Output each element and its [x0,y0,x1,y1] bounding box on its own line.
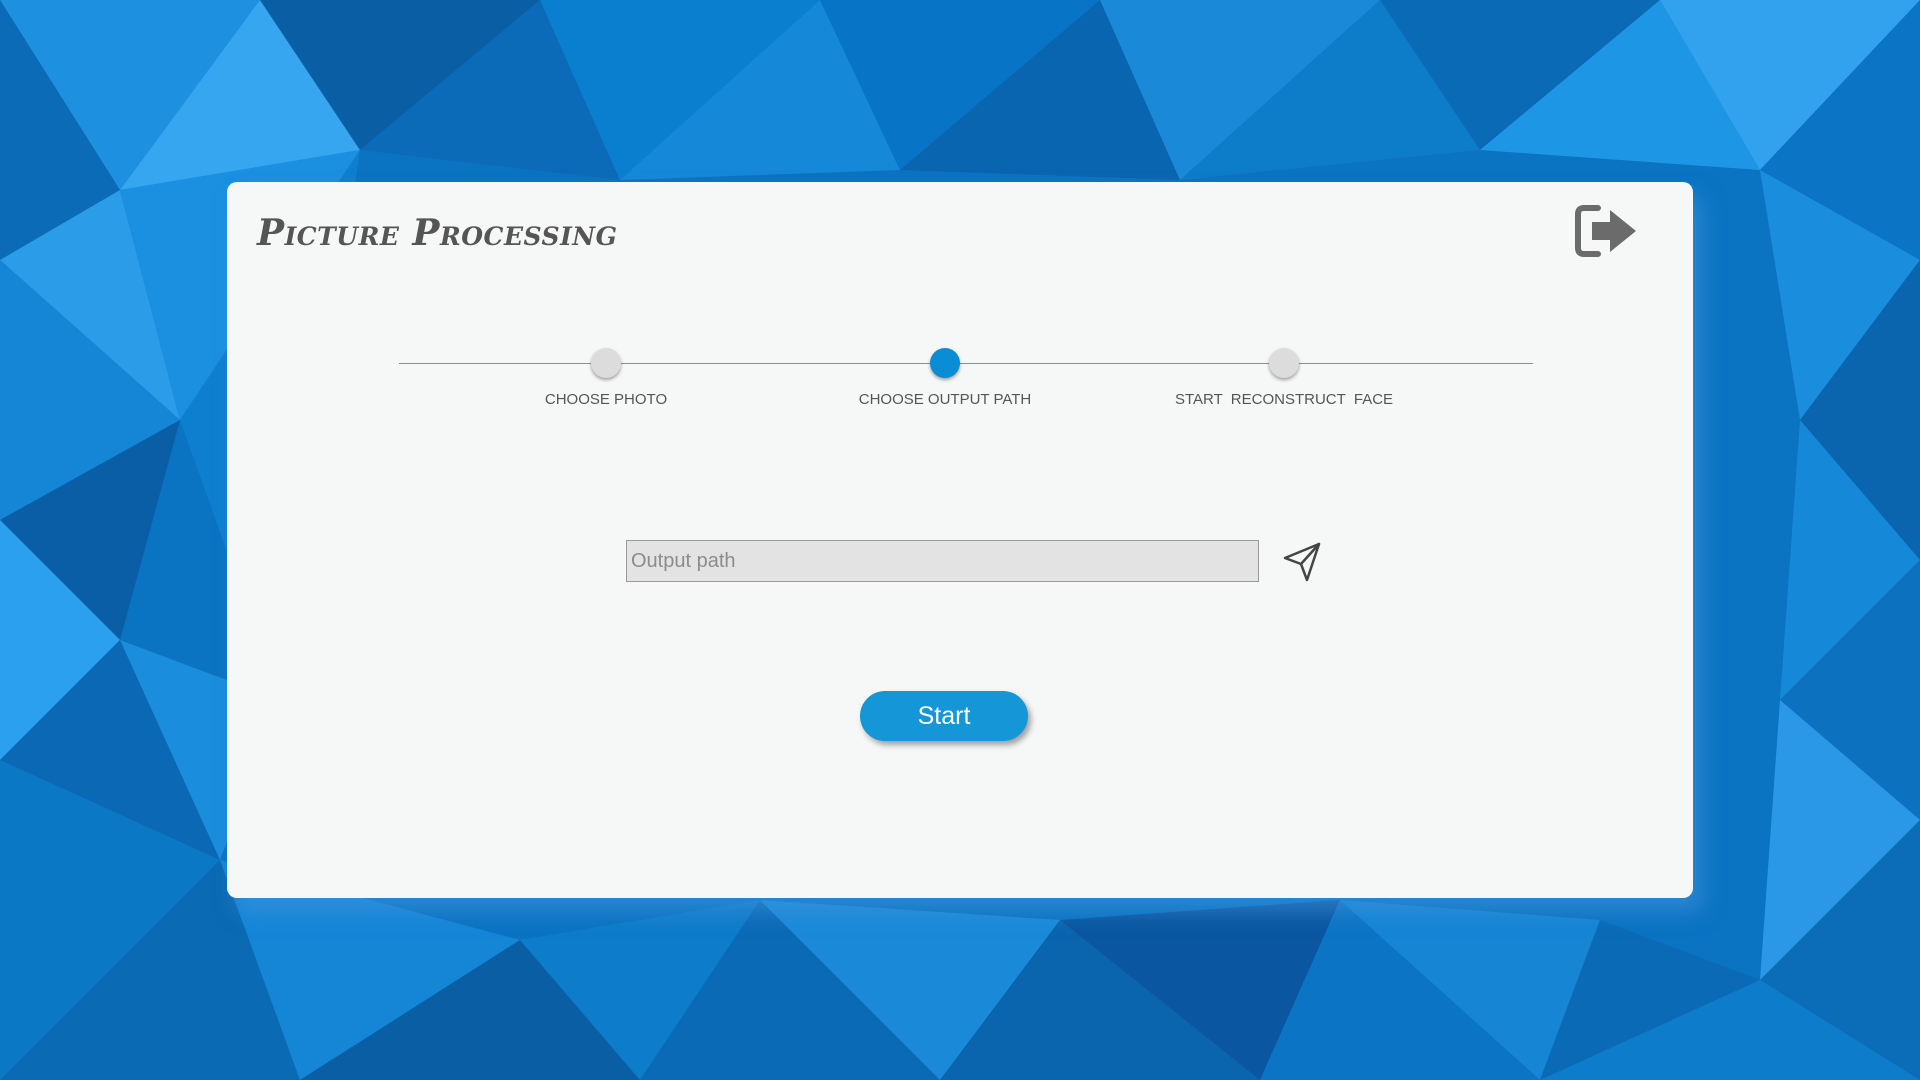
start-button[interactable]: Start [860,691,1028,741]
step-label: START RECONSTRUCT FACE [1174,391,1394,408]
step-label: CHOOSE OUTPUT PATH [858,391,1032,408]
page-title: Picture Processing [257,212,618,254]
step-dot-choose-photo[interactable] [591,348,621,378]
step-choose-photo: CHOOSE PHOTO [456,322,756,408]
step-label: CHOOSE PHOTO [544,391,668,408]
browse-output-button[interactable] [1281,540,1325,584]
output-path-input[interactable] [626,540,1259,582]
progress-stepper: CHOOSE PHOTO CHOOSE OUTPUT PATH START RE… [399,322,1533,408]
step-choose-output-path: CHOOSE OUTPUT PATH [795,322,1095,408]
main-panel: Picture Processing CHOOSE PHOTO CHOOSE O… [227,182,1693,898]
step-start-reconstruct-face: START RECONSTRUCT FACE [1134,322,1434,408]
exit-arrow-icon [1575,205,1636,257]
send-icon [1283,542,1321,582]
step-dot-start-reconstruct-face[interactable] [1269,348,1299,378]
step-dot-choose-output-path[interactable] [930,348,960,378]
exit-button[interactable] [1572,200,1640,262]
